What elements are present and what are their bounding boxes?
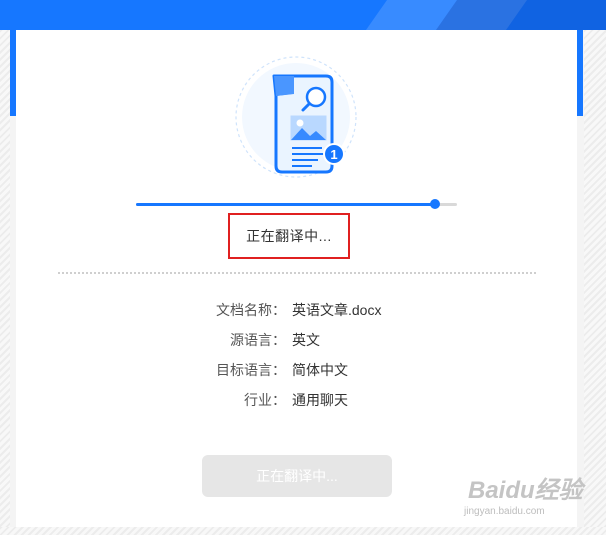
baidu-jingyan-watermark: Baidu经验 jingyan.baidu.com: [462, 466, 602, 526]
right-accent-bar: [577, 30, 583, 116]
industry-label: 行业：: [244, 392, 286, 408]
section-divider: [58, 272, 536, 274]
info-row-document-name: 文档名称： 英语文章.docx: [16, 299, 577, 329]
document-name-value: 英语文章.docx: [292, 302, 382, 318]
target-language-value: 简体中文: [292, 362, 348, 378]
translation-card: 1 正在翻译中... 文档名称： 英语文章.docx 源语言： 英文 目标语言：…: [16, 30, 577, 527]
document-name-label: 文档名称：: [216, 302, 286, 318]
bottom-edge: [0, 527, 606, 535]
source-language-value: 英文: [292, 332, 320, 348]
translation-progress-bar: [136, 199, 457, 209]
watermark-logo: Baidu经验: [468, 477, 583, 504]
status-highlight-box: 正在翻译中...: [228, 213, 350, 259]
document-info-list: 文档名称： 英语文章.docx 源语言： 英文 目标语言： 简体中文 行业： 通…: [16, 299, 577, 419]
info-row-source-language: 源语言： 英文: [16, 329, 577, 359]
right-side-rail: [584, 30, 606, 535]
top-header-band: [0, 0, 606, 30]
progress-knob: [429, 199, 440, 209]
source-language-label: 源语言：: [230, 332, 286, 348]
info-row-industry: 行业： 通用聊天: [16, 389, 577, 419]
industry-value: 通用聊天: [292, 392, 348, 408]
translation-status-text: 正在翻译中...: [246, 228, 332, 244]
document-with-image-and-magnifier-icon: 1: [235, 56, 357, 178]
watermark-url: jingyan.baidu.com: [464, 506, 545, 517]
left-side-rail: [0, 30, 10, 535]
file-count-badge: 1: [330, 147, 337, 162]
progress-fill: [136, 203, 435, 206]
target-language-label: 目标语言：: [216, 362, 286, 378]
header-decoration: [428, 0, 606, 30]
translation-page: 1 正在翻译中... 文档名称： 英语文章.docx 源语言： 英文 目标语言：…: [0, 0, 606, 535]
info-row-target-language: 目标语言： 简体中文: [16, 359, 577, 389]
translating-button[interactable]: 正在翻译中...: [202, 455, 392, 497]
